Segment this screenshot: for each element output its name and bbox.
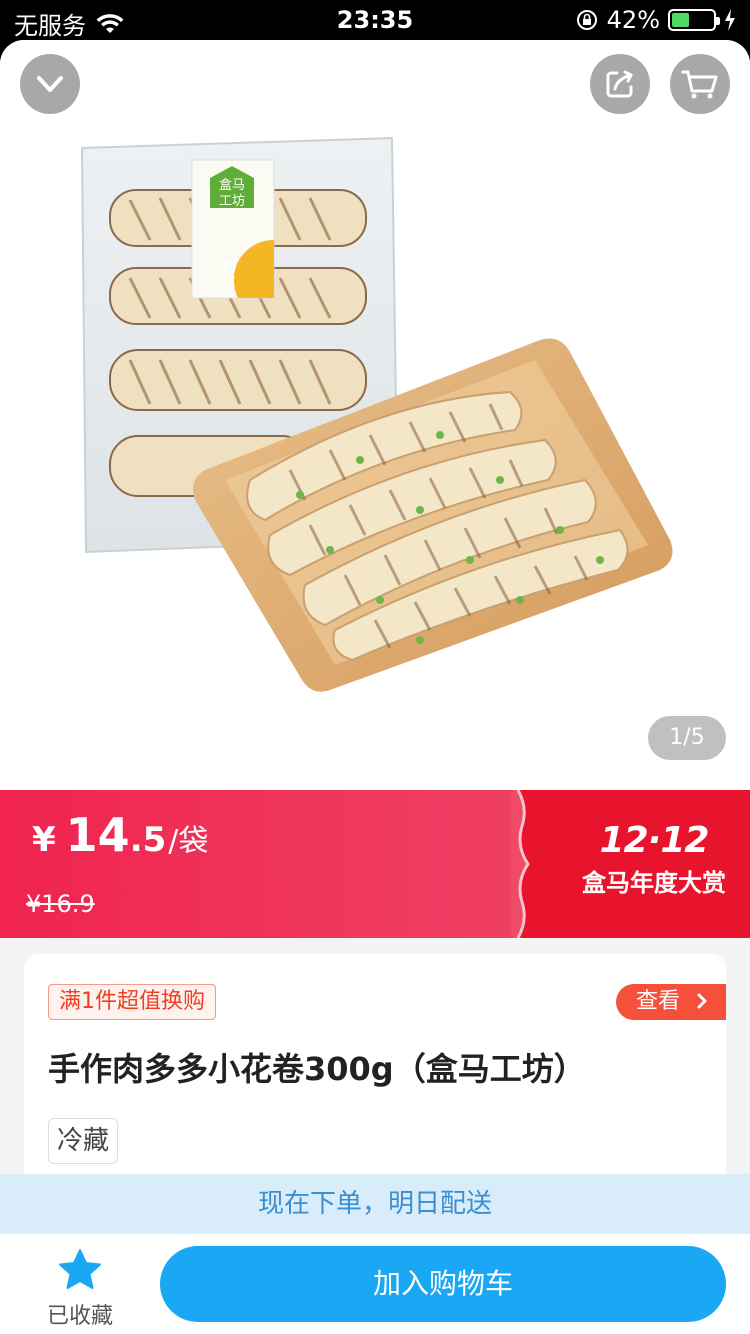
current-price: ¥ 14 .5 /袋 xyxy=(32,808,208,862)
chevron-down-icon xyxy=(37,76,63,92)
price-currency: ¥ xyxy=(32,820,56,860)
price-unit: /袋 xyxy=(168,824,209,859)
original-price: ¥16.9 xyxy=(26,890,95,918)
view-deal-button[interactable]: 查看 xyxy=(616,984,726,1020)
gallery-pager: 1/5 xyxy=(648,716,726,760)
deal-tag: 满1件超值换购 xyxy=(48,984,216,1020)
battery-icon xyxy=(668,9,720,31)
add-to-cart-button[interactable]: 加入购物车 xyxy=(160,1246,726,1322)
bottom-action-bar: 已收藏 加入购物车 xyxy=(0,1234,750,1334)
product-gallery[interactable]: 盒马 工坊 面点 1/5 xyxy=(0,40,750,790)
chevron-right-icon xyxy=(697,993,707,1009)
product-info-card: 满1件超值换购 查看 手作肉多多小花卷300g（盒马工坊） 冷藏 xyxy=(24,954,726,1204)
share-icon xyxy=(606,70,633,98)
status-bar: 无服务 23:35 42% xyxy=(0,0,750,40)
collapse-button[interactable] xyxy=(20,54,80,114)
view-deal-label: 查看 xyxy=(636,989,681,1014)
favorite-button[interactable]: 已收藏 xyxy=(40,1248,120,1330)
status-right: 42% xyxy=(575,6,736,34)
favorite-label: 已收藏 xyxy=(46,1304,113,1329)
cart-icon xyxy=(681,70,718,99)
product-sheet: 盒马 工坊 面点 1/5 ¥ 14 .5 /袋 ¥16.9 12·12 盒马年度… xyxy=(0,40,750,1334)
banner-divider xyxy=(510,790,530,938)
price-banner: ¥ 14 .5 /袋 ¥16.9 12·12 盒马年度大赏 xyxy=(0,790,750,938)
orientation-lock-icon xyxy=(576,10,597,30)
storage-tag: 冷藏 xyxy=(48,1118,119,1164)
cart-button[interactable] xyxy=(670,54,730,114)
package-label-text: 面点 xyxy=(224,259,237,289)
price-decimal: .5 xyxy=(129,820,167,860)
battery-percent: 42% xyxy=(606,6,660,34)
charging-icon xyxy=(725,9,735,31)
package-brand-text: 盒马 工坊 xyxy=(218,178,245,209)
promo-badge: 12·12 xyxy=(599,820,710,861)
promo-text: 盒马年度大赏 xyxy=(582,869,726,897)
share-button[interactable] xyxy=(590,54,650,114)
delivery-notice: 现在下单，明日配送 xyxy=(0,1174,750,1234)
product-title: 手作肉多多小花卷300g（盒马工坊） xyxy=(48,1050,586,1088)
price-integer: 14 xyxy=(65,808,130,862)
product-image xyxy=(80,136,673,692)
star-icon xyxy=(59,1249,101,1289)
promo-logo: 12·12 盒马年度大赏 xyxy=(574,820,734,910)
